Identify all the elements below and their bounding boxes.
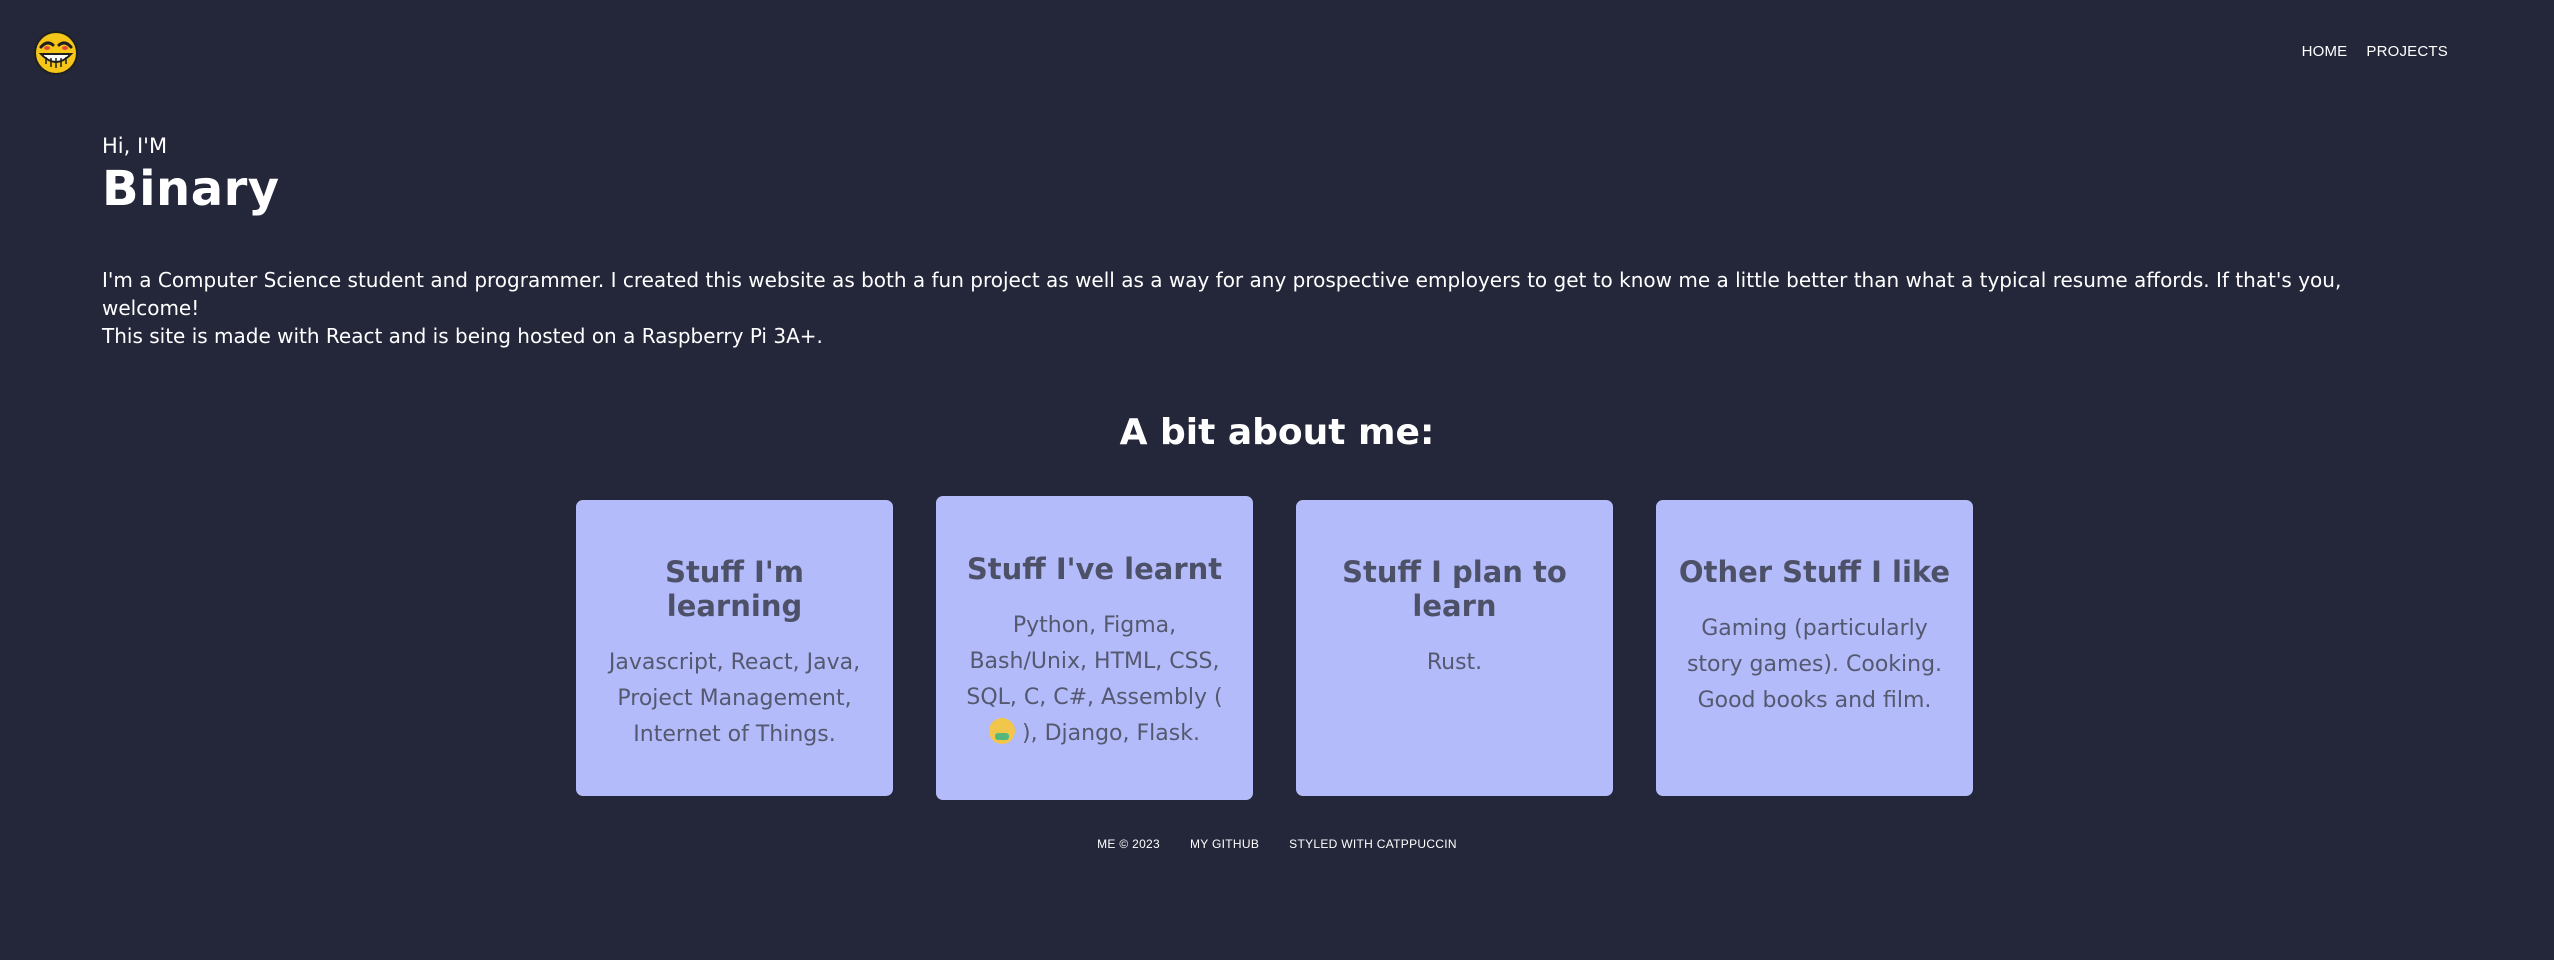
hero-section: Hi, I'M Binary I'm a Computer Science st… xyxy=(102,134,2402,350)
card-body: Python, Figma, Bash/Unix, HTML, CSS, SQL… xyxy=(958,608,1231,752)
intro-line-2: This site is made with React and is bein… xyxy=(102,324,823,348)
nauseated-face-icon xyxy=(989,718,1016,744)
card-body-end: ), Django, Flask. xyxy=(1022,721,1200,746)
greeting-text: Hi, I'M xyxy=(102,134,168,158)
card-learning: Stuff I'm learning Javascript, React, Ja… xyxy=(576,500,893,796)
copyright-text: ME © 2023 xyxy=(1097,837,1160,851)
about-heading: A bit about me: xyxy=(1119,412,1435,453)
card-title: Stuff I'm learning xyxy=(665,555,804,623)
card-plan-to-learn: Stuff I plan to learn Rust. xyxy=(1296,500,1613,796)
logo-icon[interactable] xyxy=(33,30,79,76)
main-nav: HOME PROJECTS xyxy=(2302,43,2448,60)
card-body: Rust. xyxy=(1426,650,1483,675)
card-title: Stuff I've learnt xyxy=(966,552,1223,586)
card-learnt: Stuff I've learnt Python, Figma, Bash/Un… xyxy=(936,496,1253,800)
catppuccin-link[interactable]: STYLED WITH CATPPUCCIN xyxy=(1289,837,1457,851)
card-body: Gaming (particularly story games). Cooki… xyxy=(1686,616,1943,713)
card-body-start: Python, Figma, Bash/Unix, HTML, CSS, SQL… xyxy=(966,613,1223,710)
nav-home-link[interactable]: HOME xyxy=(2302,43,2348,60)
card-title: Stuff I plan to learn xyxy=(1342,555,1567,623)
card-other-stuff: Other Stuff I like Gaming (particularly … xyxy=(1656,500,1973,796)
page-title: Binary xyxy=(102,161,280,217)
intro-paragraph: I'm a Computer Science student and progr… xyxy=(102,266,2402,350)
intro-line-1: I'm a Computer Science student and progr… xyxy=(102,268,2342,320)
nav-projects-link[interactable]: PROJECTS xyxy=(2366,43,2448,60)
github-link[interactable]: MY GITHUB xyxy=(1190,837,1259,851)
footer: ME © 2023 MY GITHUB STYLED WITH CATPPUCC… xyxy=(0,837,2554,851)
card-title: Other Stuff I like xyxy=(1678,555,1951,589)
card-body: Javascript, React, Java, Project Managem… xyxy=(608,650,861,747)
